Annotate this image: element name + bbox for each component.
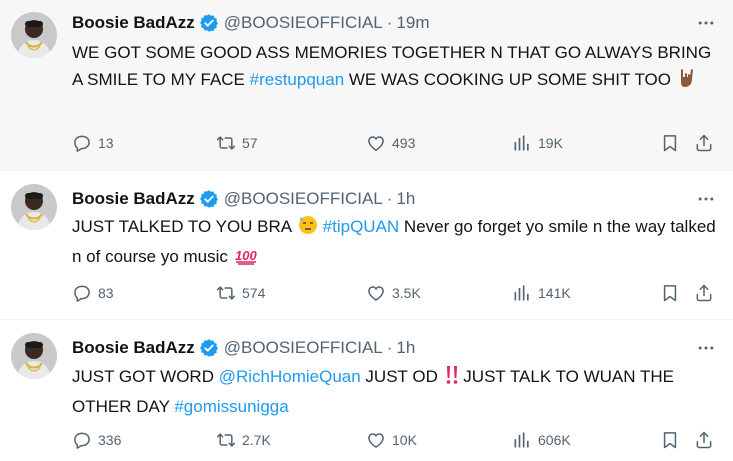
tweet-actions: 13 57 493 19K [72,131,722,155]
avatar[interactable] [11,184,57,230]
avatar[interactable] [11,12,57,58]
like-button[interactable]: 3.5K [366,281,421,305]
avatar[interactable] [11,333,57,379]
view-count: 19K [538,135,563,151]
more-icon [696,13,716,33]
author-name[interactable]: Boosie BadAzz [72,189,195,209]
heart-icon [366,430,386,450]
more-options-button[interactable] [693,335,719,361]
repost-icon [216,283,236,303]
author-name[interactable]: Boosie BadAzz [72,13,195,33]
reply-icon [72,430,92,450]
more-options-button[interactable] [693,10,719,36]
like-count: 10K [392,432,417,448]
repost-button[interactable]: 2.7K [216,428,271,452]
repost-count: 57 [242,135,258,151]
more-options-button[interactable] [693,186,719,212]
tweet-actions: 83 574 3.5K 141K [72,281,722,305]
like-button[interactable]: 10K [366,428,417,452]
author-handle[interactable]: @BOOSIEOFFICIAL [224,13,383,33]
reply-button[interactable]: 336 [72,428,121,452]
reply-count: 13 [98,135,114,151]
separator-dot: · [386,189,393,208]
more-icon [696,189,716,209]
share-icon [694,133,714,153]
view-count: 606K [538,432,571,448]
author-name[interactable]: Boosie BadAzz [72,338,195,358]
tweet-header: Boosie BadAzz @BOOSIEOFFICIAL · 19m [72,12,719,34]
tweet-feed: Boosie BadAzz @BOOSIEOFFICIAL · 19m WE G… [0,0,733,461]
repost-count: 2.7K [242,432,271,448]
repost-button[interactable]: 57 [216,131,258,155]
tweet-header: Boosie BadAzz @BOOSIEOFFICIAL · 1h [72,337,719,359]
reply-icon [72,133,92,153]
hashtag-link[interactable]: #tipQUAN [323,217,400,236]
reply-icon [72,283,92,303]
hundred-points-icon: 100 [235,246,259,273]
verified-badge-icon [199,338,219,358]
sign-of-the-horns-icon [678,68,696,96]
double-exclamation-icon [445,365,459,393]
like-count: 3.5K [392,285,421,301]
view-count: 141K [538,285,571,301]
heart-icon [366,133,386,153]
author-handle[interactable]: @BOOSIEOFFICIAL [224,338,383,358]
reply-button[interactable]: 13 [72,131,114,155]
verified-badge-icon [199,189,219,209]
reply-button[interactable]: 83 [72,281,114,305]
share-button[interactable] [694,281,714,305]
reply-count: 336 [98,432,122,448]
svg-text:100: 100 [235,248,257,263]
tweet[interactable]: Boosie BadAzz @BOOSIEOFFICIAL · 1h JUST … [0,171,733,320]
like-button[interactable]: 493 [366,131,415,155]
repost-icon [216,133,236,153]
tweet[interactable]: Boosie BadAzz @BOOSIEOFFICIAL · 1h JUST … [0,320,733,461]
tweet-time[interactable]: 1h [396,338,415,358]
tweet-actions: 336 2.7K 10K 606K [72,428,722,452]
tweet[interactable]: Boosie BadAzz @BOOSIEOFFICIAL · 19m WE G… [0,0,733,171]
sweat-face-icon [298,215,318,243]
share-button[interactable] [694,428,714,452]
tweet-text: JUST GOT WORD @RichHomieQuan JUST OD JUS… [72,365,674,416]
tweet-time[interactable]: 19m [396,13,429,33]
hashtag-link[interactable]: #gomissunigga [174,397,288,416]
views-icon [512,430,532,450]
tweet-text: WE GOT SOME GOOD ASS MEMORIES TOGETHER N… [72,39,719,96]
tweet-text: JUST TALKED TO YOU BRA #tipQUAN Never go… [72,213,719,273]
bookmark-icon [660,430,680,450]
verified-badge-icon [199,13,219,33]
hashtag-link[interactable]: #restupquan [250,70,345,89]
tweet-time[interactable]: 1h [396,189,415,209]
separator-dot: · [386,13,393,32]
share-icon [694,430,714,450]
views-icon [512,283,532,303]
repost-button[interactable]: 574 [216,281,265,305]
views-button[interactable]: 141K [512,281,571,305]
more-icon [696,338,716,358]
like-count: 493 [392,135,416,151]
repost-icon [216,430,236,450]
tweet-header: Boosie BadAzz @BOOSIEOFFICIAL · 1h [72,188,719,210]
heart-icon [366,283,386,303]
share-button[interactable] [694,131,714,155]
bookmark-button[interactable] [660,131,680,155]
separator-dot: · [386,338,393,357]
reply-count: 83 [98,285,114,301]
views-button[interactable]: 606K [512,428,571,452]
mention-link[interactable]: @RichHomieQuan [219,367,361,386]
views-icon [512,133,532,153]
share-icon [694,283,714,303]
bookmark-button[interactable] [660,281,680,305]
views-button[interactable]: 19K [512,131,563,155]
author-handle[interactable]: @BOOSIEOFFICIAL [224,189,383,209]
bookmark-button[interactable] [660,428,680,452]
bookmark-icon [660,133,680,153]
repost-count: 574 [242,285,266,301]
bookmark-icon [660,283,680,303]
